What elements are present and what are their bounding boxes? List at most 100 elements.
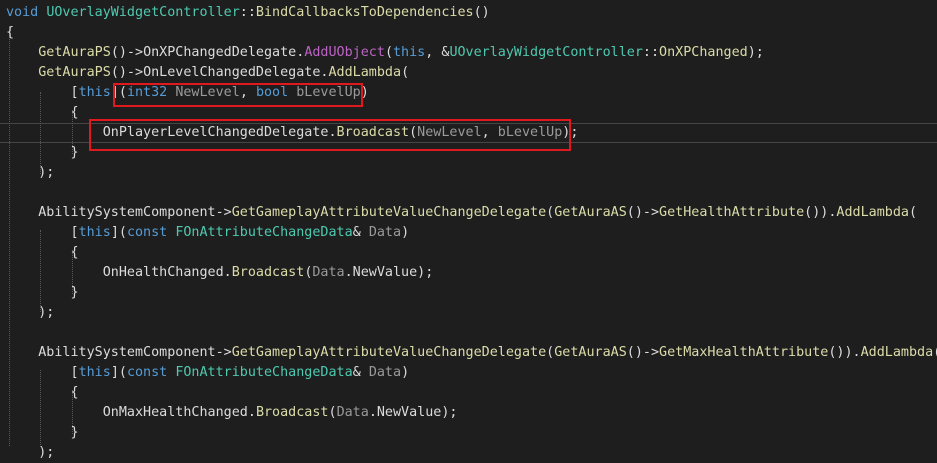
code-token: GetAuraAS — [554, 205, 627, 220]
code-token: ]( — [110, 225, 127, 240]
code-token: ); — [6, 165, 55, 180]
code-token: [ — [6, 225, 79, 240]
code-token: this — [78, 85, 111, 100]
code-token: const — [126, 225, 176, 240]
code-token: OnXPChangedDelegate. — [143, 45, 305, 60]
code-token: GetHealthAttribute — [659, 205, 805, 220]
code-line: AbilitySystemComponent->GetGameplayAttri… — [6, 203, 917, 223]
code-token: :: — [239, 5, 256, 20]
code-token: OnMaxHealthChanged. — [102, 405, 256, 420]
code-token: OnXPChanged — [659, 45, 748, 60]
code-token: ()-> — [626, 345, 660, 360]
code-token: ()). — [804, 205, 837, 220]
code-token: } — [6, 425, 79, 440]
code-token: ( — [933, 345, 937, 360]
code-token: ()-> — [110, 45, 144, 60]
code-token: Data — [368, 365, 402, 380]
code-line: GetAuraPS()->OnXPChangedDelegate.AddUObj… — [6, 43, 764, 63]
code-token: ()-> — [626, 205, 660, 220]
code-token: UOverlayWidgetController — [46, 5, 240, 20]
code-token: GetAuraPS — [38, 45, 111, 60]
code-token: AddLambda — [836, 205, 909, 220]
code-token: { — [6, 25, 15, 40]
code-token: GetAuraPS — [38, 65, 111, 80]
code-token: GetGameplayAttributeValueChangeDelegate — [231, 205, 547, 220]
code-token: & — [352, 365, 369, 380]
code-token: ); — [6, 445, 55, 460]
code-token: .NewValue); — [368, 405, 458, 420]
code-token: ( — [908, 205, 918, 220]
code-line: [this](const FOnAttributeChangeData& Dat… — [6, 223, 409, 243]
code-token: () — [473, 5, 490, 20]
code-token: ( — [401, 65, 410, 80]
code-token: ]( — [110, 365, 127, 380]
code-token: void — [6, 5, 47, 20]
code-token: const — [126, 365, 176, 380]
code-token: AddUObject — [304, 45, 385, 60]
code-line: } — [6, 143, 79, 163]
code-token: ()-> — [110, 65, 144, 80]
code-token: this — [78, 365, 111, 380]
code-token: ( — [384, 45, 393, 60]
code-token: ( — [546, 345, 555, 360]
code-token: ); — [6, 305, 55, 320]
code-token: FOnAttributeChangeData — [175, 225, 353, 240]
code-token: UOverlayWidgetController — [449, 45, 643, 60]
code-token: OnHealthChanged. — [102, 265, 232, 280]
code-token: ) — [401, 225, 410, 240]
code-line: ); — [6, 443, 54, 463]
code-token: Data — [336, 405, 369, 420]
code-line: } — [6, 283, 79, 303]
code-token: this — [393, 45, 426, 60]
highlight-box-lambda-params — [113, 83, 363, 107]
code-token: ) — [401, 365, 410, 380]
code-token: { — [6, 385, 79, 400]
code-token: Broadcast — [231, 265, 305, 280]
code-token: FOnAttributeChangeData — [175, 365, 353, 380]
code-token: BindCallbacksToDependencies — [255, 5, 474, 20]
code-line: ); — [6, 303, 54, 323]
highlight-box-broadcast-call — [89, 119, 571, 151]
code-line: void UOverlayWidgetController::BindCallb… — [6, 3, 490, 23]
code-line: { — [6, 243, 79, 263]
code-token: } — [6, 145, 79, 160]
code-token: :: — [642, 45, 660, 60]
code-token: } — [6, 285, 79, 300]
code-token: { — [6, 105, 79, 120]
code-token: & — [352, 225, 369, 240]
code-token: AbilitySystemComponent-> — [38, 205, 232, 220]
code-token: Data — [368, 225, 402, 240]
code-line: AbilitySystemComponent->GetGameplayAttri… — [6, 343, 937, 363]
code-line: OnMaxHealthChanged.Broadcast(Data.NewVal… — [6, 403, 458, 423]
code-line: GetAuraPS()->OnLevelChangedDelegate.AddL… — [6, 63, 409, 83]
code-token: GetAuraAS — [554, 345, 627, 360]
code-token: { — [6, 245, 79, 260]
code-token: AbilitySystemComponent-> — [38, 345, 232, 360]
code-line: { — [6, 383, 79, 403]
code-token: AddLambda — [328, 65, 402, 80]
code-line: ); — [6, 163, 54, 183]
code-line: } — [6, 423, 79, 443]
code-token: this — [78, 225, 111, 240]
code-token: GetGameplayAttributeValueChangeDelegate — [231, 345, 547, 360]
code-line: [this](const FOnAttributeChangeData& Dat… — [6, 363, 409, 383]
code-token: OnLevelChangedDelegate. — [143, 65, 329, 80]
code-token: [ — [6, 365, 79, 380]
code-token: ()). — [828, 345, 861, 360]
code-line: OnHealthChanged.Broadcast(Data.NewValue)… — [6, 263, 434, 283]
code-line: { — [6, 103, 79, 123]
code-line: { — [6, 23, 14, 43]
code-token: ( — [546, 205, 555, 220]
code-token: Broadcast — [255, 405, 329, 420]
code-editor[interactable]: void UOverlayWidgetController::BindCallb… — [0, 0, 937, 460]
code-token: Data — [312, 265, 345, 280]
code-token: ); — [747, 45, 764, 60]
code-token: GetMaxHealthAttribute — [659, 345, 829, 360]
code-token: .NewValue); — [344, 265, 434, 280]
